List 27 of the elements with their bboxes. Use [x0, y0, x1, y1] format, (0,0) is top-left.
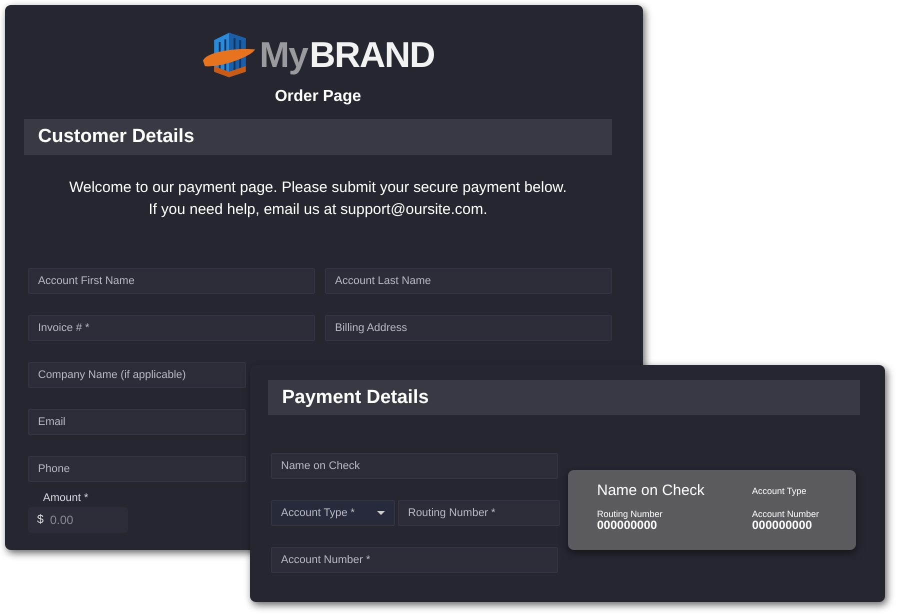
dropdown[interactable]: Account Type *	[271, 500, 395, 526]
input-field[interactable]: Account Number *	[271, 547, 558, 573]
input-field[interactable]: Account Last Name	[325, 268, 612, 294]
brand-logo-text: My	[259, 34, 308, 76]
intro-text: If you need help, email us at support@oursite.com.	[148, 200, 488, 220]
input-field[interactable]: Company Name (if applicable)	[28, 362, 246, 388]
input-field[interactable]: Account First Name	[28, 268, 315, 294]
check-name: Name on Check	[597, 482, 705, 499]
check-label: Routing Number	[597, 509, 663, 519]
section-header: Customer Details	[24, 119, 612, 155]
caret-icon	[377, 511, 385, 515]
brand-logo-text: BRAND	[310, 34, 434, 76]
intro-text: Welcome to our payment page. Please submit your secure payment below.	[68, 178, 568, 198]
check-number: 000000000	[752, 519, 814, 531]
input-field[interactable]: Billing Address	[325, 315, 612, 341]
currency-symbol: $	[37, 512, 44, 526]
input-field[interactable]: Phone	[28, 456, 246, 482]
input-field[interactable]: Name on Check	[271, 453, 558, 479]
input-field[interactable]: Routing Number *	[398, 500, 560, 526]
section-header: Payment Details	[268, 380, 860, 415]
input-field[interactable]: Invoice # *	[28, 315, 315, 341]
check-number: 000000000	[597, 519, 658, 531]
field-label: Amount *	[43, 492, 90, 504]
check-account-type: Account Type	[752, 486, 808, 496]
input-field[interactable]: Email	[28, 409, 246, 435]
check-label: Account Number	[752, 509, 820, 519]
page-title: Order Page	[274, 88, 362, 106]
